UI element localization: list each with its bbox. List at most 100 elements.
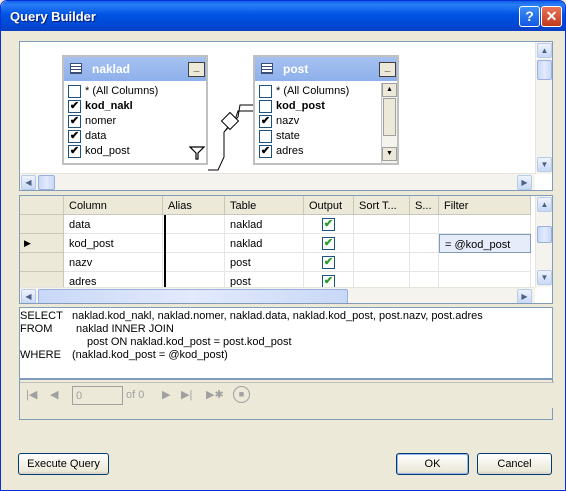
table-naklad[interactable]: naklad _ * (All Columns) ✔ kod_nakl ✔ nome… [62, 55, 208, 165]
column-cell[interactable]: data [64, 215, 163, 234]
record-position-input[interactable]: 0 [72, 386, 123, 405]
alias-header[interactable]: Alias [163, 196, 225, 215]
sort-order-cell[interactable] [410, 215, 439, 234]
execute-query-button[interactable]: Execute Query [18, 453, 109, 475]
cancel-label: Cancel [497, 458, 532, 470]
filter-cell[interactable] [439, 215, 531, 234]
scroll-left-button[interactable]: ◀ [21, 289, 36, 303]
row-header[interactable] [20, 215, 64, 234]
help-button[interactable]: ? [519, 6, 540, 27]
output-cell[interactable]: ✔ [304, 253, 354, 272]
scroll-thumb[interactable] [537, 226, 552, 243]
table-header[interactable]: Table [225, 196, 304, 215]
scroll-right-button[interactable]: ▶ [517, 175, 532, 190]
sql-keyword: FROM [20, 323, 53, 335]
column-checkbox[interactable]: ✔ [68, 130, 81, 143]
table-post-header[interactable]: post _ [255, 57, 397, 81]
column-checkbox[interactable] [259, 100, 272, 113]
column-checkbox[interactable]: ✔ [68, 115, 81, 128]
alias-cell[interactable] [163, 234, 225, 253]
grid-horizontal-scrollbar[interactable]: ◀ ▶ [20, 287, 535, 303]
row-header-current[interactable]: ▶ [20, 234, 64, 253]
filter-cell-selected[interactable]: = @kod_post [439, 234, 531, 253]
column-name: state [276, 130, 300, 142]
column-checkbox[interactable]: ✔ [68, 100, 81, 113]
previous-record-icon[interactable]: ◀ [50, 388, 58, 401]
cancel-button[interactable]: Cancel [477, 453, 552, 475]
scroll-thumb[interactable] [383, 98, 396, 136]
new-record-icon[interactable]: ▶✱ [206, 388, 224, 401]
scroll-up-button[interactable]: ▲ [537, 197, 552, 212]
table-cell[interactable]: post [225, 253, 304, 272]
sort-order-cell[interactable] [410, 253, 439, 272]
grid-vertical-scrollbar[interactable]: ▲ ▼ [535, 196, 552, 287]
diagram-pane[interactable]: naklad _ * (All Columns) ✔ kod_nakl ✔ nome… [19, 41, 553, 191]
output-cell[interactable]: ✔ [304, 215, 354, 234]
close-button[interactable]: ✕ [541, 6, 562, 27]
sort-type-header[interactable]: Sort T... [354, 196, 410, 215]
criteria-grid[interactable]: Column Alias Table Output Sort T... S...… [19, 195, 553, 304]
table-post-scrollbar[interactable]: ▲ ▼ [381, 83, 397, 163]
last-record-icon[interactable]: ▶| [181, 388, 192, 401]
sort-type-cell[interactable] [354, 234, 410, 253]
diagram-vertical-scrollbar[interactable]: ▲ ▼ [535, 42, 552, 174]
table-post-name: post [283, 62, 309, 76]
alias-cell[interactable] [163, 253, 225, 272]
sort-type-cell[interactable] [354, 253, 410, 272]
scroll-right-button[interactable]: ▶ [517, 289, 532, 303]
scroll-left-button[interactable]: ◀ [21, 175, 36, 190]
table-post[interactable]: post _ * (All Columns) kod_post ✔ nazv st… [253, 55, 399, 165]
output-checkbox[interactable]: ✔ [322, 218, 335, 231]
ok-button[interactable]: OK [396, 453, 469, 475]
scroll-thumb[interactable] [537, 60, 552, 80]
window-title: Query Builder [10, 9, 96, 24]
record-count-label: of 0 [126, 389, 145, 401]
filter-header[interactable]: Filter [439, 196, 531, 215]
column-checkbox[interactable]: ✔ [259, 145, 272, 158]
results-pane[interactable]: |◀ ◀ 0 of 0 ▶ ▶| ▶✱ ■ [19, 379, 554, 420]
sort-order-cell[interactable] [410, 234, 439, 253]
join-relationship-line[interactable] [208, 97, 258, 177]
minimize-table-button[interactable]: _ [379, 62, 396, 77]
column-name: * (All Columns) [276, 85, 350, 97]
column-checkbox[interactable]: ✔ [259, 115, 272, 128]
column-divider [164, 215, 166, 291]
column-cell[interactable]: kod_post [64, 234, 163, 253]
output-header[interactable]: Output [304, 196, 354, 215]
execute-query-label: Execute Query [27, 458, 100, 470]
scroll-thumb[interactable] [38, 175, 55, 190]
scroll-down-button[interactable]: ▼ [537, 157, 552, 172]
table-cell[interactable]: naklad [225, 234, 304, 253]
alias-cell[interactable] [163, 215, 225, 234]
column-header[interactable]: Column [64, 196, 163, 215]
first-record-icon[interactable]: |◀ [26, 388, 37, 401]
scroll-thumb[interactable] [38, 289, 348, 303]
sort-type-cell[interactable] [354, 215, 410, 234]
column-cell[interactable]: nazv [64, 253, 163, 272]
sql-pane[interactable]: SELECT naklad.kod_nakl, naklad.nomer, na… [19, 307, 553, 379]
output-checkbox[interactable]: ✔ [322, 237, 335, 250]
sort-order-header[interactable]: S... [410, 196, 439, 215]
output-cell[interactable]: ✔ [304, 234, 354, 253]
column-checkbox[interactable] [68, 85, 81, 98]
row-header[interactable] [20, 253, 64, 272]
table-icon [261, 63, 273, 74]
output-checkbox[interactable]: ✔ [322, 256, 335, 269]
sql-text: naklad INNER JOIN [76, 323, 174, 335]
minimize-table-button[interactable]: _ [188, 62, 205, 77]
scroll-up-button[interactable]: ▲ [382, 83, 397, 97]
column-checkbox[interactable]: ✔ [68, 145, 81, 158]
table-cell[interactable]: naklad [225, 215, 304, 234]
filter-cell[interactable] [439, 253, 531, 272]
scroll-up-button[interactable]: ▲ [537, 43, 552, 58]
table-naklad-header[interactable]: naklad _ [64, 57, 206, 81]
scroll-down-button[interactable]: ▼ [382, 147, 397, 161]
column-checkbox[interactable] [259, 85, 272, 98]
column-checkbox[interactable] [259, 130, 272, 143]
next-record-icon[interactable]: ▶ [162, 388, 170, 401]
column-name: nazv [276, 115, 300, 127]
diagram-horizontal-scrollbar[interactable]: ◀ ▶ [20, 173, 535, 190]
sql-keyword: WHERE [20, 349, 61, 361]
cancel-edit-icon[interactable]: ■ [233, 386, 250, 403]
scroll-down-button[interactable]: ▼ [537, 270, 552, 285]
